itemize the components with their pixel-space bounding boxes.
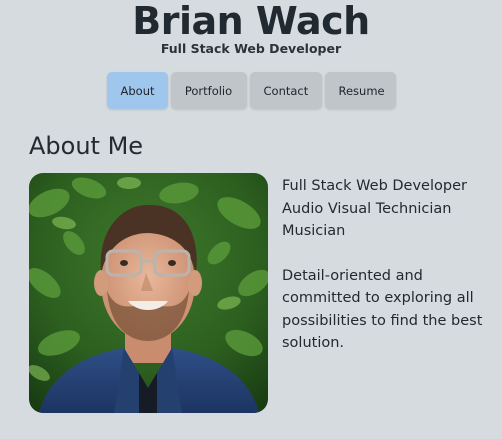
bio-text: Detail-oriented and committed to explori…: [282, 267, 483, 352]
site-subtitle: Full Stack Web Developer: [160, 41, 342, 56]
nav-portfolio-button[interactable]: Portfolio: [170, 72, 247, 109]
roles-list: Full Stack Web Developer Audio Visual Te…: [282, 175, 492, 243]
nav-resume-button[interactable]: Resume: [324, 72, 396, 109]
main-nav: About Portfolio Contact Resume: [0, 72, 502, 109]
site-name: Brian Wach: [132, 0, 370, 43]
page: Brian Wach Full Stack Web Developer Abou…: [0, 0, 502, 439]
role-item: Musician: [282, 223, 346, 239]
profile-photo: [29, 173, 268, 413]
role-item: Audio Visual Technician: [282, 200, 452, 217]
about-heading: About Me: [29, 132, 144, 160]
site-header: Brian Wach Full Stack Web Developer Abou…: [0, 0, 502, 109]
about-text: Full Stack Web Developer Audio Visual Te…: [282, 175, 492, 355]
nav-contact-button[interactable]: Contact: [249, 72, 322, 109]
role-item: Full Stack Web Developer: [282, 178, 467, 194]
bio: Detail-oriented and committed to explori…: [282, 265, 492, 355]
nav-about-button[interactable]: About: [106, 72, 168, 109]
